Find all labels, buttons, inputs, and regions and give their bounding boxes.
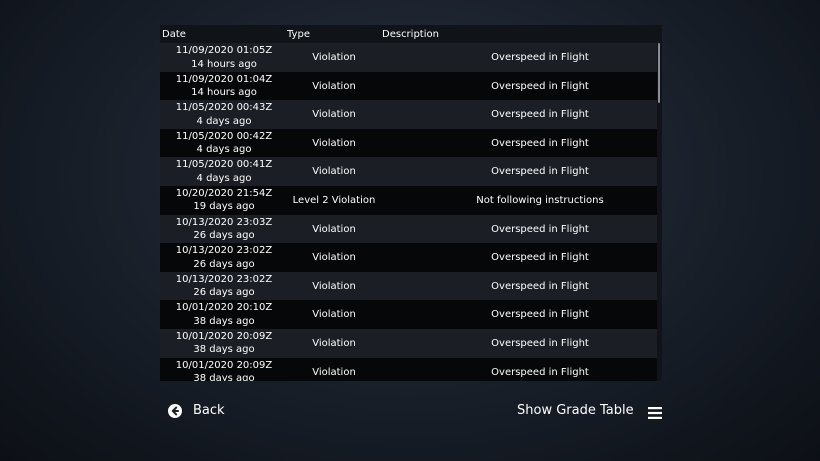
row-relative-time: 14 hours ago xyxy=(191,87,257,99)
row-description: Overspeed in Flight xyxy=(491,252,589,264)
row-description: Overspeed in Flight xyxy=(491,309,589,321)
row-relative-time: 26 days ago xyxy=(193,258,255,270)
row-type: Violation xyxy=(312,280,356,292)
row-date-cell: 10/13/2020 23:03Z 26 days ago xyxy=(160,216,288,243)
row-description: Overspeed in Flight xyxy=(491,366,589,378)
show-grade-table-label: Show Grade Table xyxy=(517,402,634,418)
row-type: Violation xyxy=(312,366,356,378)
row-description: Overspeed in Flight xyxy=(491,223,589,235)
row-timestamp: 10/01/2020 20:09Z xyxy=(175,330,273,342)
row-description: Overspeed in Flight xyxy=(491,337,589,349)
row-date-cell: 10/20/2020 21:54Z 19 days ago xyxy=(160,187,288,214)
row-date-cell: 11/05/2020 00:42Z 4 days ago xyxy=(160,130,288,157)
table-header: Date Type Description xyxy=(160,25,662,43)
row-date-cell: 11/09/2020 01:05Z 14 hours ago xyxy=(160,44,288,71)
table-row[interactable]: 11/05/2020 00:41Z 4 days ago Violation Over… xyxy=(160,157,657,186)
row-date-cell: 10/13/2020 23:02Z 26 days ago xyxy=(160,244,288,271)
row-relative-time: 4 days ago xyxy=(196,115,252,127)
row-type: Violation xyxy=(312,223,356,235)
row-date-cell: 10/01/2020 20:09Z 38 days ago xyxy=(160,359,288,381)
row-timestamp: 10/13/2020 23:02Z xyxy=(175,245,273,257)
row-description: Overspeed in Flight xyxy=(491,166,589,178)
row-timestamp: 10/01/2020 20:09Z xyxy=(175,359,273,371)
header-type: Type xyxy=(287,29,310,40)
row-timestamp: 10/01/2020 20:10Z xyxy=(175,302,273,314)
row-type: Violation xyxy=(312,252,356,264)
header-date: Date xyxy=(162,29,186,40)
row-timestamp: 11/09/2020 01:05Z xyxy=(175,45,273,56)
row-type: Violation xyxy=(312,80,356,92)
row-date-cell: 10/01/2020 20:09Z 38 days ago xyxy=(160,330,288,357)
row-relative-time: 4 days ago xyxy=(196,144,252,156)
row-relative-time: 26 days ago xyxy=(193,230,255,242)
row-timestamp: 11/05/2020 00:43Z xyxy=(175,102,273,114)
row-relative-time: 38 days ago xyxy=(193,344,255,356)
scrollbar-thumb[interactable] xyxy=(658,43,660,103)
row-relative-time: 26 days ago xyxy=(193,287,255,299)
row-timestamp: 10/13/2020 23:03Z xyxy=(175,216,273,228)
table-row[interactable]: 11/09/2020 01:05Z 14 hours ago Violation Ov… xyxy=(160,43,657,72)
violations-panel: Date Type Description 11/09/2020 01:05Z 1… xyxy=(160,25,662,381)
circle-arrow-left-icon xyxy=(168,403,182,418)
violations-list[interactable]: 11/09/2020 01:05Z 14 hours ago Violation Ov… xyxy=(160,43,657,381)
table-row[interactable]: 10/13/2020 23:02Z 26 days ago Violation Ove… xyxy=(160,243,657,272)
row-timestamp: 10/13/2020 23:02Z xyxy=(175,273,273,285)
table-row[interactable]: 10/20/2020 21:54Z 19 days ago Level 2 Viol… xyxy=(160,185,657,215)
header-description: Description xyxy=(382,29,439,40)
row-timestamp: 11/05/2020 00:42Z xyxy=(175,130,273,142)
row-date-cell: 11/05/2020 00:43Z 4 days ago xyxy=(160,101,288,128)
row-date-cell: 11/09/2020 01:04Z 14 hours ago xyxy=(160,73,288,100)
table-row[interactable]: 11/05/2020 00:42Z 4 days ago Violation Over… xyxy=(160,128,657,158)
row-date-cell: 10/13/2020 23:02Z 26 days ago xyxy=(160,273,288,300)
row-type: Level 2 Violation xyxy=(292,194,376,206)
row-date-cell: 11/05/2020 00:41Z 4 days ago xyxy=(160,158,288,185)
row-description: Overspeed in Flight xyxy=(491,280,589,292)
row-type: Violation xyxy=(312,337,356,349)
row-relative-time: 38 days ago xyxy=(193,373,255,381)
row-description: Overspeed in Flight xyxy=(491,109,589,121)
table-row[interactable]: 11/09/2020 01:04Z 14 hours ago Violation Ov… xyxy=(160,71,657,101)
row-timestamp: 10/20/2020 21:54Z xyxy=(175,187,273,199)
row-type: Violation xyxy=(312,166,356,178)
row-relative-time: 4 days ago xyxy=(196,172,252,184)
row-relative-time: 38 days ago xyxy=(193,315,255,327)
table-row[interactable]: 10/01/2020 20:09Z 38 days ago Violation Ove… xyxy=(160,328,657,358)
table-row[interactable]: 10/13/2020 23:03Z 26 days ago Violation Ove… xyxy=(160,214,657,244)
table-row[interactable]: 11/05/2020 00:43Z 4 days ago Violation Over… xyxy=(160,100,657,129)
row-date-cell: 10/01/2020 20:10Z 38 days ago xyxy=(160,301,288,328)
show-grade-table-button[interactable]: Show Grade Table xyxy=(517,400,662,420)
row-type: Violation xyxy=(312,52,356,63)
row-timestamp: 11/09/2020 01:04Z xyxy=(175,73,273,85)
back-label: Back xyxy=(193,402,225,418)
row-relative-time: 14 hours ago xyxy=(191,58,257,70)
back-button[interactable]: Back xyxy=(168,400,225,420)
row-type: Violation xyxy=(312,109,356,121)
row-description: Not following instructions xyxy=(476,194,604,206)
row-timestamp: 11/05/2020 00:41Z xyxy=(175,159,273,171)
table-row[interactable]: 10/13/2020 23:02Z 26 days ago Violation Ove… xyxy=(160,271,657,301)
row-relative-time: 19 days ago xyxy=(193,201,255,213)
row-description: Overspeed in Flight xyxy=(491,80,589,92)
row-type: Violation xyxy=(312,309,356,321)
row-description: Overspeed in Flight xyxy=(491,52,589,63)
table-row[interactable]: 10/01/2020 20:10Z 38 days ago Violation Ove… xyxy=(160,300,657,329)
table-row[interactable]: 10/01/2020 20:09Z 38 days ago Violation Ove… xyxy=(160,357,657,381)
row-description: Overspeed in Flight xyxy=(491,137,589,149)
hamburger-menu-icon xyxy=(647,404,662,419)
row-type: Violation xyxy=(312,137,356,149)
